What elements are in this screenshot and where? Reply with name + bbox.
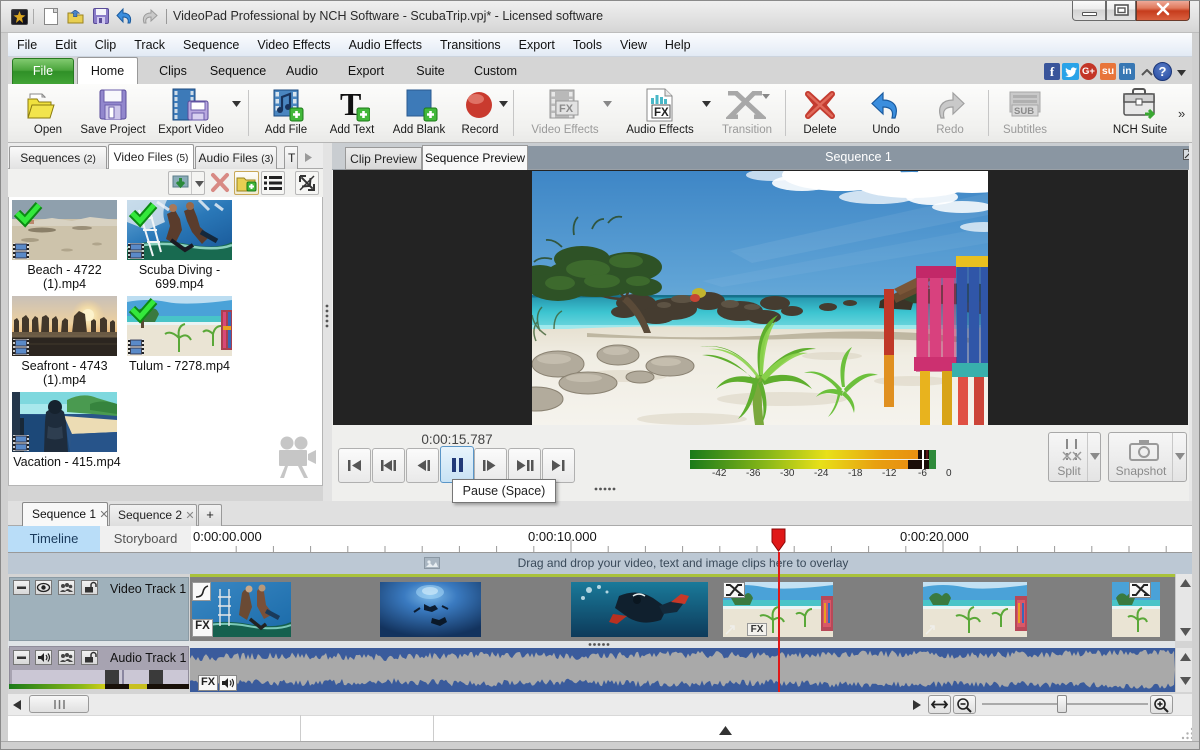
svg-text:FX: FX	[654, 107, 669, 119]
svg-text:FX: FX	[559, 103, 574, 115]
svg-text:SUB: SUB	[1014, 106, 1034, 117]
